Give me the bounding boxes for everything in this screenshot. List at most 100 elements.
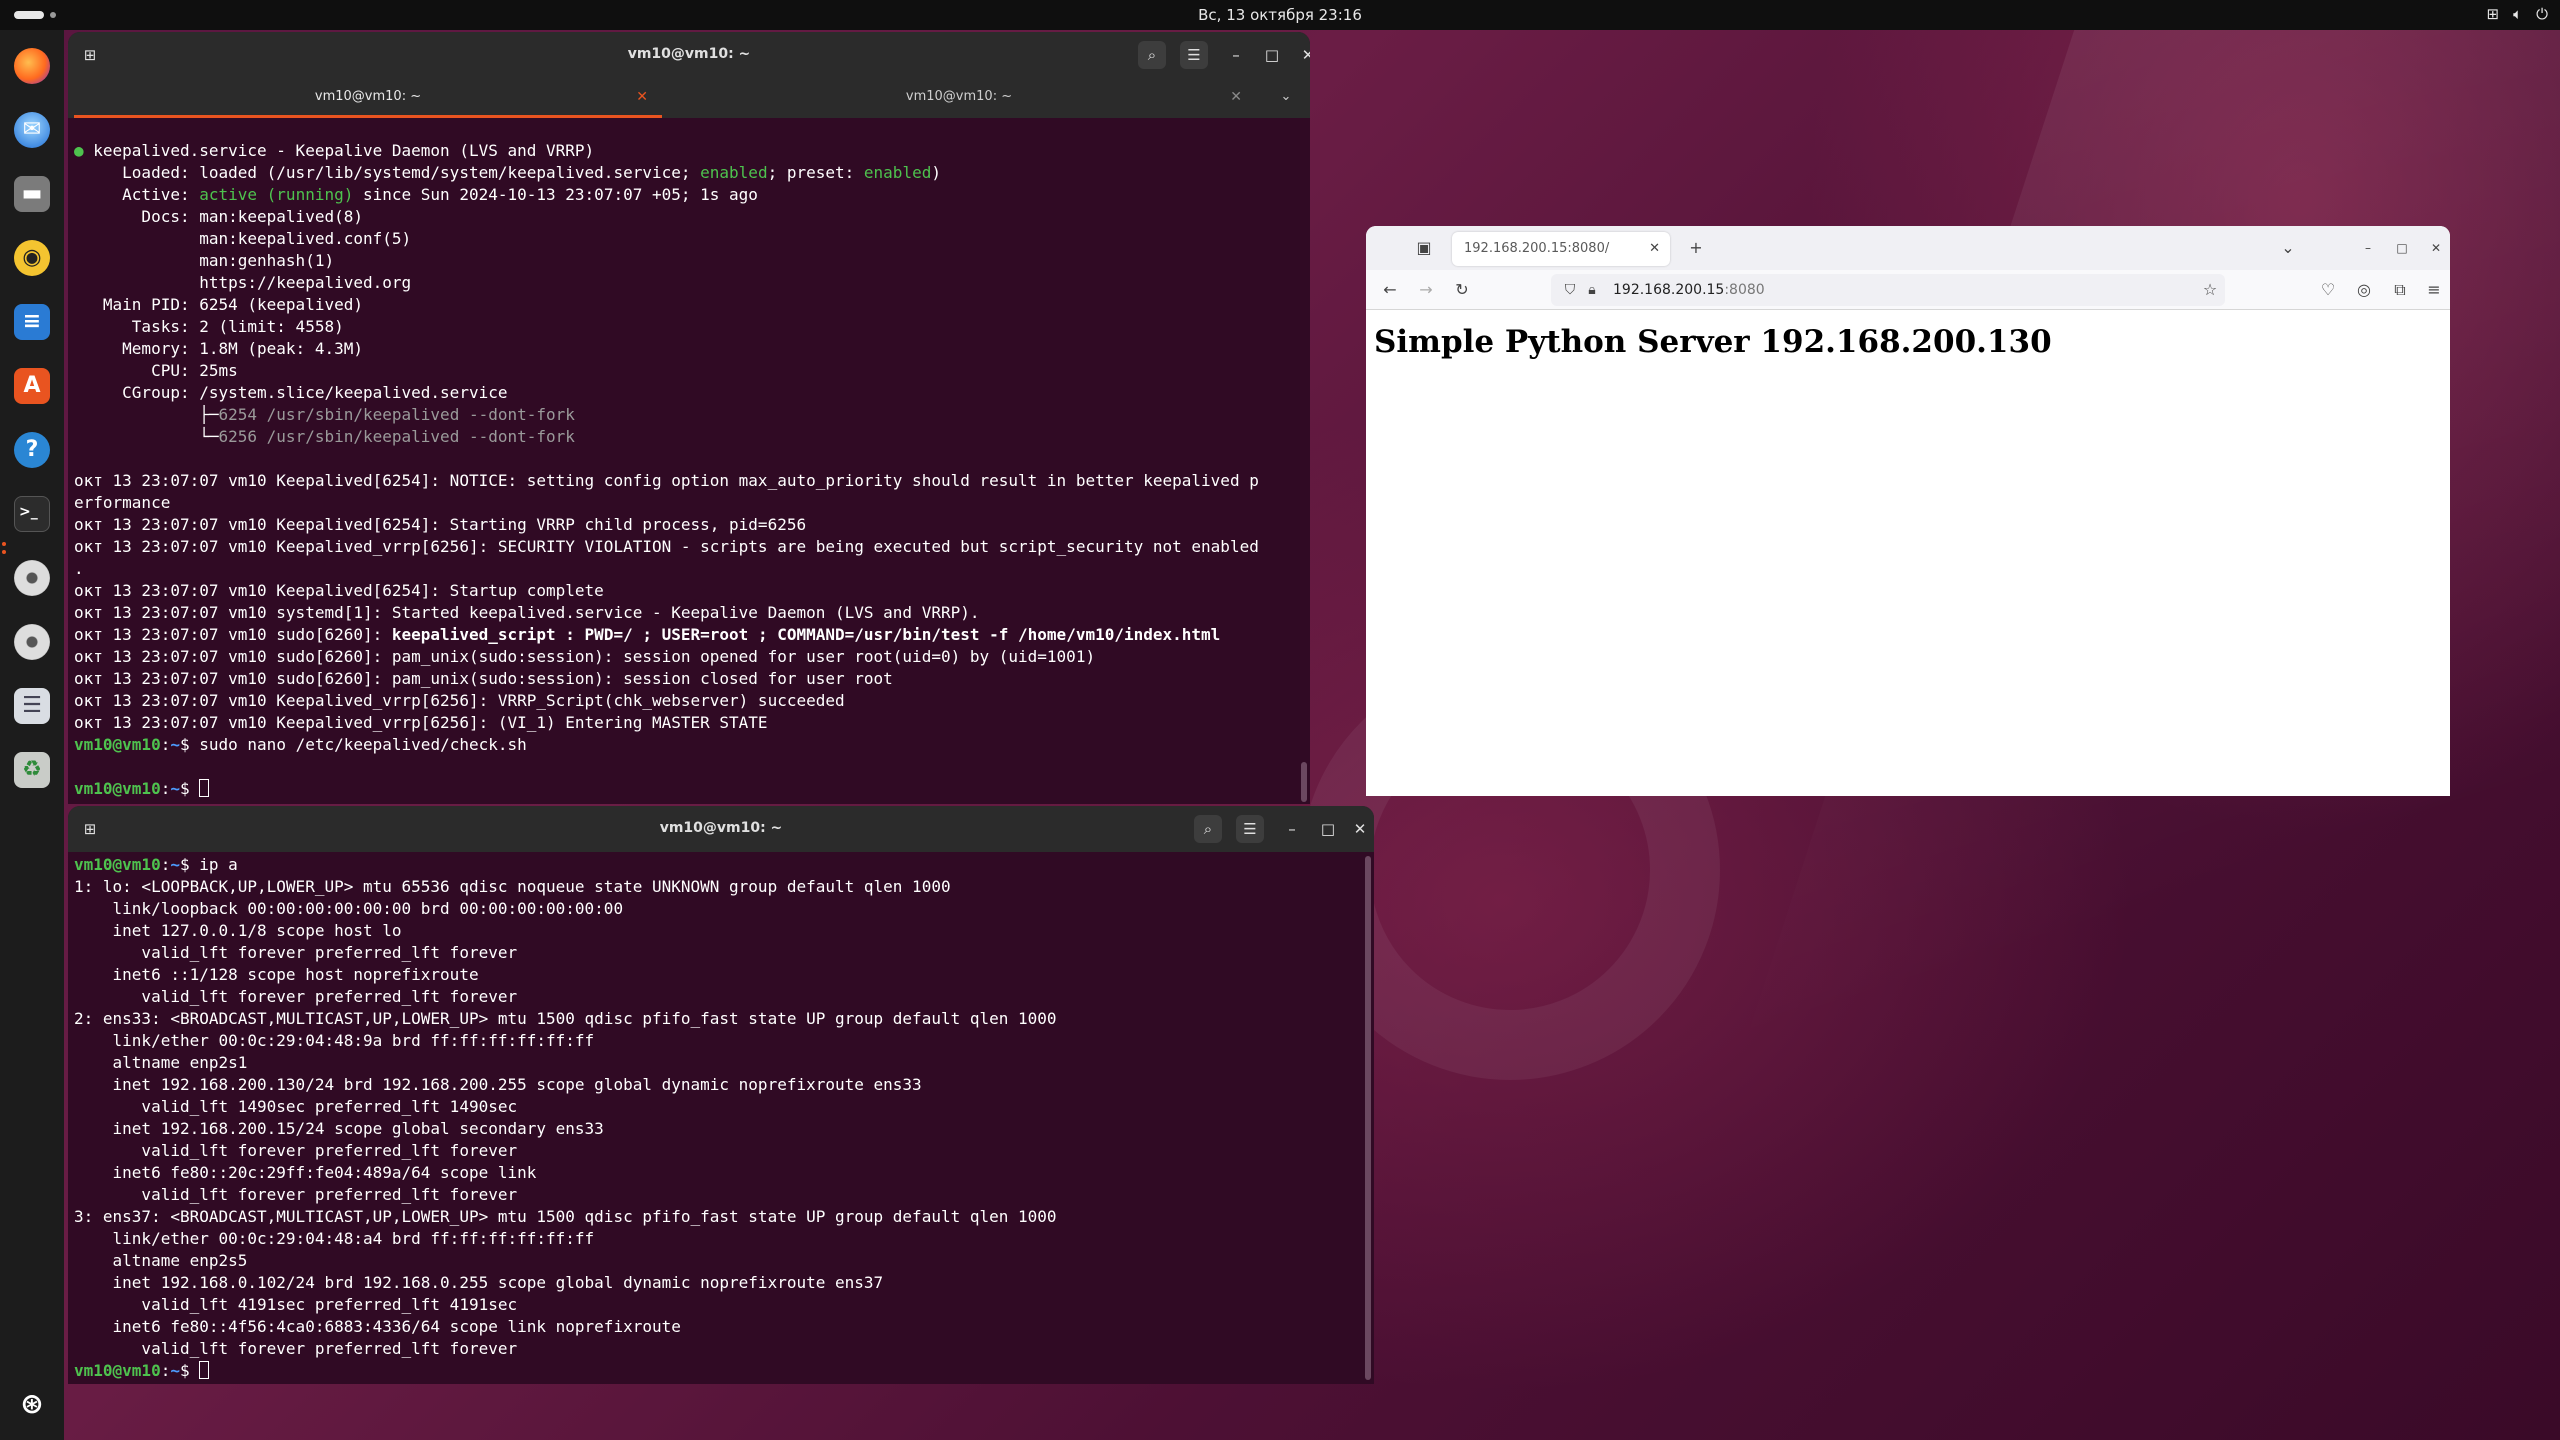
browser-tab-label: 192.168.200.15:8080/ [1464, 241, 1610, 256]
minimize-icon[interactable]: – [1278, 815, 1306, 843]
menu-icon[interactable]: ☰ [1236, 815, 1264, 843]
terminal-text: ) [931, 163, 941, 182]
dock-help[interactable]: ? [8, 426, 56, 474]
window-title: vm10@vm10: ~ [659, 820, 783, 836]
close-window-icon[interactable]: ✕ [1346, 815, 1374, 843]
browser-tab[interactable]: 192.168.200.15:8080/ ✕ [1452, 232, 1670, 266]
close-tab-icon[interactable]: ✕ [1649, 232, 1660, 266]
firefox-icon [14, 48, 50, 84]
terminal-text: окт 13 23:07:07 vm10 sudo[6260]: pam_uni… [74, 669, 893, 688]
terminal-line: Loaded: loaded (/usr/lib/systemd/system/… [74, 162, 1296, 184]
account-icon[interactable]: ◎ [2352, 278, 2376, 302]
terminal-tab-1[interactable]: vm10@vm10: ~ ✕ [74, 78, 662, 118]
system-tray[interactable]: ⊞ 🔈︎ ⏻ [2487, 5, 2548, 23]
reload-icon[interactable]: ↻ [1450, 278, 1474, 302]
pocket-icon[interactable]: ♡ [2316, 278, 2340, 302]
close-tab-icon[interactable]: ✕ [1230, 78, 1242, 116]
dock-firefox[interactable] [8, 42, 56, 90]
terminal-2-titlebar[interactable]: ⊞ vm10@vm10: ~ ⌕ ☰ – □ ✕ [68, 806, 1374, 852]
terminal-tab-label: vm10@vm10: ~ [314, 89, 422, 104]
page-heading: Simple Python Server 192.168.200.130 [1374, 324, 2052, 360]
terminal-tab-label: vm10@vm10: ~ [905, 89, 1013, 104]
maximize-icon[interactable]: □ [1258, 41, 1286, 69]
forward-icon[interactable]: → [1414, 278, 1438, 302]
terminal-text: valid_lft forever preferred_lft forever [74, 987, 518, 1006]
dock-thunderbird[interactable]: ✉ [8, 106, 56, 154]
terminal-text: ● [74, 141, 94, 160]
terminal-line: окт 13 23:07:07 vm10 Keepalived_vrrp[625… [74, 712, 1296, 734]
terminal-tab-2[interactable]: vm10@vm10: ~ ✕ [662, 78, 1256, 118]
dock-app-center[interactable]: A [8, 362, 56, 410]
search-icon[interactable]: ⌕ [1194, 815, 1222, 843]
terminal-text: 3: ens37: <BROADCAST,MULTICAST,UP,LOWER_… [74, 1207, 1057, 1226]
trash-icon: ♻ [14, 752, 50, 788]
terminal-text: altname enp2s1 [74, 1053, 248, 1072]
dock-writer[interactable]: ≡ [8, 298, 56, 346]
close-window-icon[interactable]: ✕ [2424, 236, 2448, 260]
dock-disc-2[interactable] [8, 618, 56, 666]
dock-rhythmbox[interactable]: ◉ [8, 234, 56, 282]
terminal-line: link/ether 00:0c:29:04:48:a4 brd ff:ff:f… [74, 1228, 1360, 1250]
terminal-text: valid_lft forever preferred_lft forever [74, 1185, 518, 1204]
terminal-line: valid_lft 1490sec preferred_lft 1490sec [74, 1096, 1360, 1118]
terminal-text: Loaded: loaded (/usr/lib/systemd/system/… [74, 163, 701, 182]
back-icon[interactable]: ← [1378, 278, 1402, 302]
terminal-text: : [160, 735, 171, 754]
terminal-line: Active: active (running) since Sun 2024-… [74, 184, 1296, 206]
scrollbar[interactable] [1365, 856, 1371, 1380]
close-tab-icon[interactable]: ✕ [636, 78, 648, 116]
extensions-icon[interactable]: ⧉ [2388, 278, 2412, 302]
minimize-icon[interactable]: – [2356, 236, 2380, 260]
url-bar[interactable]: 192.168.200.15:8080 [1551, 274, 2225, 306]
new-tab-icon[interactable]: + [1684, 236, 1708, 260]
terminal-text: inet6 fe80::4f56:4ca0:6883:4336/64 scope… [74, 1317, 681, 1336]
lock-icon[interactable]: 🔒︎ [1580, 278, 1604, 302]
dock-disc-1[interactable] [8, 554, 56, 602]
volume-icon[interactable]: 🔈︎ [2513, 5, 2522, 23]
terminal-text: . [74, 559, 84, 578]
terminal-1-titlebar[interactable]: ⊞ vm10@vm10: ~ ⌕ ☰ – □ ✕ [68, 32, 1310, 78]
network-icon[interactable]: ⊞ [2487, 5, 2500, 23]
terminal-text: inet6 ::1/128 scope host noprefixroute [74, 965, 479, 984]
terminal-text: CGroup: /system.slice/keepalived.service [74, 383, 508, 402]
terminal-text: https://keepalived.org [74, 273, 412, 292]
terminal-text: valid_lft forever preferred_lft forever [74, 1141, 518, 1160]
dock-terminal[interactable]: >_ [8, 490, 56, 538]
terminal-text: окт 13 23:07:07 vm10 Keepalived[6254]: N… [74, 471, 1259, 490]
dock-text-editor[interactable]: ☰ [8, 682, 56, 730]
terminal-cursor [199, 1361, 210, 1379]
dock-files[interactable]: ▬ [8, 170, 56, 218]
maximize-icon[interactable]: □ [1314, 815, 1342, 843]
url-port: :8080 [1724, 282, 1765, 298]
menu-icon[interactable]: ≡ [2422, 278, 2446, 302]
bookmark-star-icon[interactable]: ☆ [2198, 278, 2222, 302]
minimize-icon[interactable]: – [1222, 41, 1250, 69]
terminal-text: окт 13 23:07:07 vm10 systemd[1]: Started… [74, 603, 980, 622]
maximize-icon[interactable]: □ [2390, 236, 2414, 260]
terminal-line: окт 13 23:07:07 vm10 sudo[6260]: pam_uni… [74, 646, 1296, 668]
terminal-2-output[interactable]: vm10@vm10:~$ ip a 1: lo: <LOOPBACK,UP,LOW… [68, 854, 1360, 1384]
terminal-1-output[interactable]: ● keepalived.service - Keepalive Daemon … [68, 140, 1296, 804]
menu-icon[interactable]: ☰ [1180, 41, 1208, 69]
power-icon[interactable]: ⏻ [2536, 5, 2548, 23]
show-apps-button[interactable]: ⊛ [8, 1380, 56, 1428]
terminal-text: Main PID: 6254 (keepalived) [74, 295, 363, 314]
terminal-text: ~ [170, 855, 180, 874]
close-window-icon[interactable]: ✕ [1294, 41, 1310, 69]
search-icon[interactable]: ⌕ [1138, 41, 1166, 69]
tab-overview-icon[interactable]: ▣ [1412, 236, 1436, 260]
clock[interactable]: Вс, 13 октября 23:16 [0, 6, 2560, 24]
tab-list-icon[interactable]: ⌄ [1268, 78, 1304, 118]
terminal-line: окт 13 23:07:07 vm10 Keepalived[6254]: S… [74, 580, 1296, 602]
tab-list-icon[interactable]: ⌄ [2276, 236, 2300, 260]
terminal-line: 1: lo: <LOOPBACK,UP,LOWER_UP> mtu 65536 … [74, 876, 1360, 898]
terminal-line: inet 127.0.0.1/8 scope host lo [74, 920, 1360, 942]
terminal-text: link/ether 00:0c:29:04:48:9a brd ff:ff:f… [74, 1031, 595, 1050]
terminal-line: inet6 fe80::4f56:4ca0:6883:4336/64 scope… [74, 1316, 1360, 1338]
terminal-text: : [160, 855, 171, 874]
shield-icon[interactable]: ⛉ [1558, 278, 1582, 302]
terminal-text: 6254 /usr/sbin/keepalived --dont-fork [218, 405, 575, 424]
dock-trash[interactable]: ♻ [8, 746, 56, 794]
scrollbar[interactable] [1301, 762, 1307, 802]
